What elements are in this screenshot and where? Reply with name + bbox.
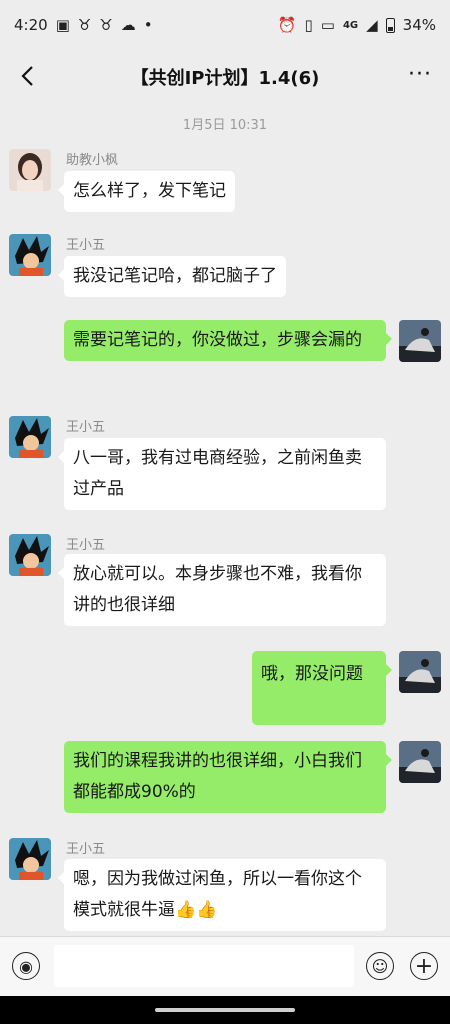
battery-percent: 34% [402,16,436,34]
wechat-icon: ☁ [120,15,136,34]
message-bubble[interactable]: 我们的课程我讲的也很详细，小白我们都能都成90%的 [64,741,392,813]
sender-name: 王小五 [66,538,106,553]
nfc-icon: ▭ [320,15,335,34]
voice-icon[interactable]: ◉ [12,952,40,980]
sender-name: 王小五 [66,238,106,253]
emoji-icon[interactable]: ☺ [366,952,394,980]
input-bar: ◉ ☺ + [0,936,450,996]
signal-icon: ◢ [366,15,378,34]
avatar[interactable] [399,741,441,783]
chat-title: 【共创IP计划】1.4(6) [130,68,320,89]
thumbs-up-icon: 👍 [196,900,218,920]
message-text: 嗯，因为我做过闲鱼，所以一看你这个模式就很牛逼 [73,869,362,920]
status-bar: 4:20 ▣ ♉ ♉ ☁ • ⏰ ▯ ▭ 4G ◢ 34% [0,0,450,50]
status-time: 4:20 [14,16,48,34]
battery-icon [385,17,395,33]
message-bubble[interactable]: 我没记笔记哈，都记脑子了 [58,256,286,297]
avatar[interactable] [9,534,51,576]
vibrate-icon: ▯ [304,15,313,34]
sender-name: 助教小枫 [66,153,119,168]
app-notification-icon: ▣ [55,15,70,34]
dot-icon: • [143,15,153,34]
app-notification-icon: ♉ [99,15,113,34]
home-indicator[interactable] [155,1008,295,1012]
avatar[interactable] [399,651,441,693]
message-bubble[interactable]: 嗯，因为我做过闲鱼，所以一看你这个模式就很牛逼👍👍 [58,859,386,931]
plus-icon[interactable]: + [410,952,438,980]
message-bubble[interactable]: 怎么样了，发下笔记 [58,171,235,212]
more-icon[interactable]: ··· [408,62,432,87]
thumbs-up-icon: 👍 [175,900,197,920]
avatar[interactable] [9,149,51,191]
sender-name: 王小五 [66,842,106,857]
message-bubble[interactable]: 需要记笔记的，你没做过，步骤会漏的 [64,320,392,361]
message-bubble[interactable]: 八一哥，我有过电商经验，之前闲鱼卖过产品 [58,438,386,510]
sender-name: 王小五 [66,420,106,435]
network-type: 4G [342,19,359,31]
message-input[interactable] [54,945,354,987]
chat-header: 【共创IP计划】1.4(6) ··· [0,50,450,104]
back-icon[interactable] [14,63,40,89]
avatar[interactable] [9,234,51,276]
avatar[interactable] [9,416,51,458]
system-navigation-bar [0,996,450,1024]
message-timestamp: 1月5日 10:31 [182,118,268,133]
message-bubble[interactable]: 哦，那没问题 [252,651,392,725]
message-bubble[interactable]: 放心就可以。本身步骤也不难，我看你讲的也很详细 [58,554,386,626]
alarm-icon: ⏰ [277,15,297,34]
app-notification-icon: ♉ [77,15,92,34]
avatar[interactable] [399,320,441,362]
avatar[interactable] [9,838,51,880]
